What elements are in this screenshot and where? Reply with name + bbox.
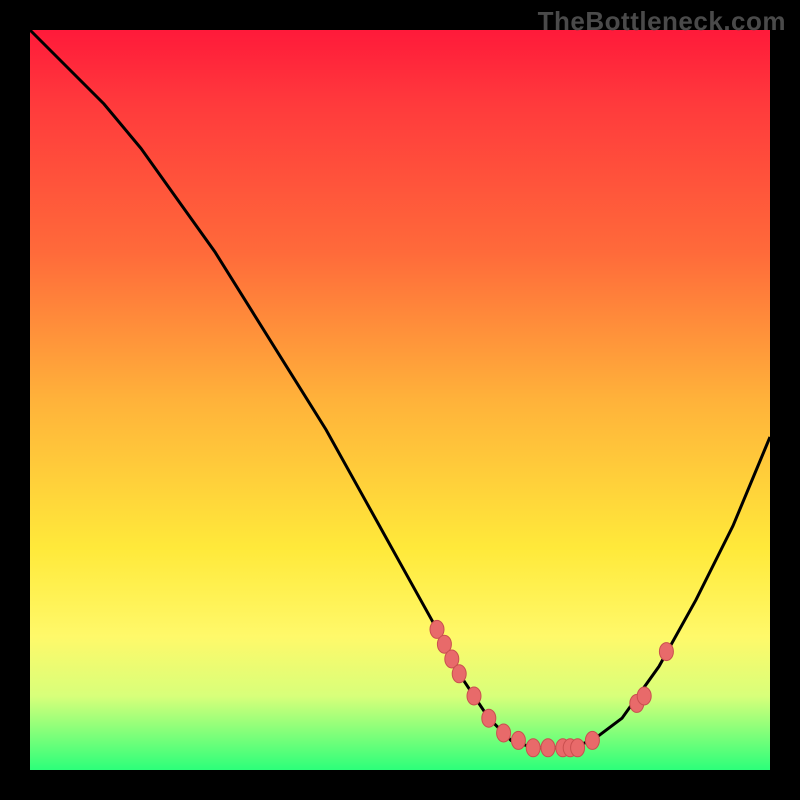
data-marker [585, 731, 599, 749]
chart-frame: TheBottleneck.com [0, 0, 800, 800]
data-marker [511, 731, 525, 749]
bottleneck-curve [30, 30, 770, 748]
data-marker [659, 643, 673, 661]
data-markers [430, 620, 673, 756]
watermark-text: TheBottleneck.com [538, 6, 786, 37]
data-marker [637, 687, 651, 705]
data-marker [526, 739, 540, 757]
data-marker [452, 665, 466, 683]
data-marker [497, 724, 511, 742]
data-marker [571, 739, 585, 757]
chart-svg [30, 30, 770, 770]
plot-area [30, 30, 770, 770]
data-marker [541, 739, 555, 757]
data-marker [467, 687, 481, 705]
data-marker [482, 709, 496, 727]
